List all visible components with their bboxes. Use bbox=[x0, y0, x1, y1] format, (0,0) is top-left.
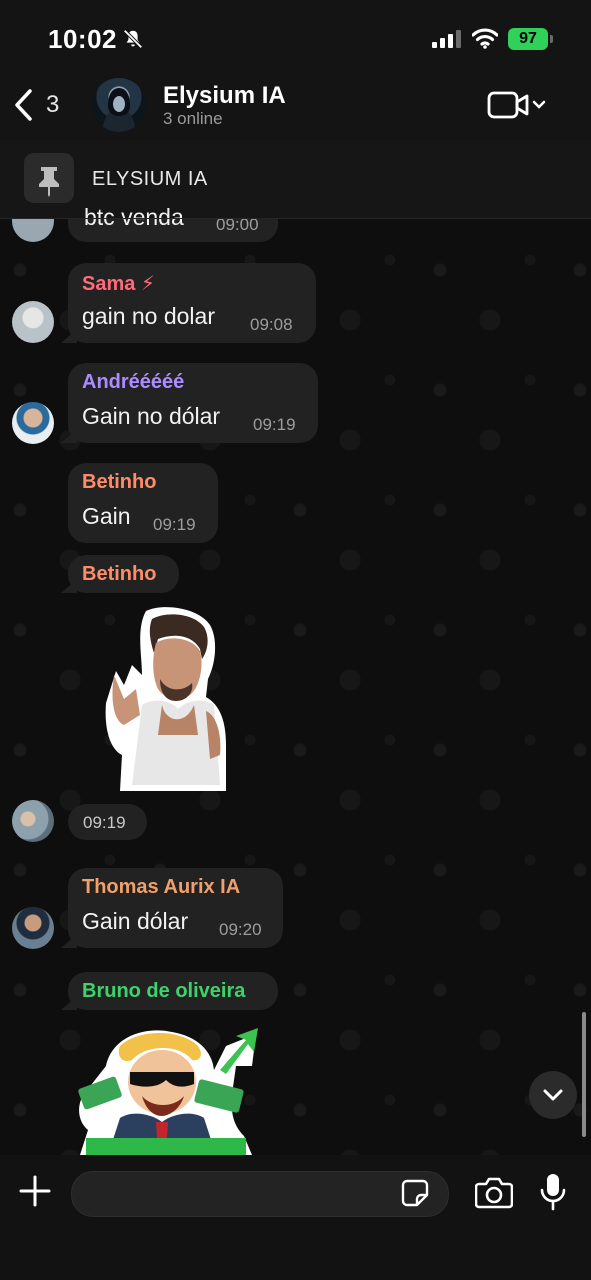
video-call-icon[interactable] bbox=[487, 90, 549, 120]
scroll-to-bottom-button[interactable] bbox=[529, 1071, 577, 1119]
pinned-text: ELYSIUM IA bbox=[92, 168, 208, 190]
bell-muted-icon bbox=[123, 29, 143, 49]
group-name[interactable]: Elysium IA bbox=[163, 82, 286, 110]
sender-label-bubble[interactable]: Betinho bbox=[61, 555, 179, 593]
camera-icon[interactable] bbox=[475, 1175, 513, 1209]
sender-label-bubble[interactable]: Bruno de oliveira bbox=[61, 972, 278, 1010]
wifi-icon bbox=[472, 28, 498, 49]
pin-badge bbox=[24, 153, 74, 203]
scrollbar[interactable] bbox=[582, 1012, 586, 1137]
status-bar: 10:02 97 bbox=[0, 0, 591, 78]
unread-count[interactable]: 3 bbox=[46, 91, 59, 119]
message-bubble[interactable]: Sama ⚡ gain no dolar 09:08 bbox=[61, 263, 316, 343]
group-status: 3 online bbox=[163, 109, 223, 128]
back-chevron-icon[interactable] bbox=[12, 88, 36, 122]
sender-avatar[interactable] bbox=[12, 800, 54, 842]
message-sender[interactable]: Bruno de oliveira bbox=[82, 980, 245, 1003]
message-bubble[interactable]: Andrééééé Gain no dólar 09:19 bbox=[61, 363, 318, 443]
message-sender[interactable]: Thomas Aurix IA bbox=[82, 876, 240, 899]
battery-indicator: 97 bbox=[508, 28, 553, 50]
message-bubble[interactable]: Betinho Gain 09:19 bbox=[68, 463, 218, 543]
message-sender[interactable]: Sama ⚡ bbox=[82, 271, 155, 296]
message-sender[interactable]: Betinho bbox=[82, 471, 156, 494]
message-time: 09:19 bbox=[253, 415, 296, 434]
sender-avatar[interactable] bbox=[12, 301, 54, 343]
message-bubble[interactable]: Thomas Aurix IA Gain dólar 09:20 bbox=[61, 868, 283, 948]
status-time: 10:02 bbox=[48, 24, 117, 54]
sticker-time-bubble: 09:19 bbox=[68, 804, 147, 840]
message-time: 09:20 bbox=[219, 920, 262, 939]
sticker-man-waving[interactable] bbox=[102, 605, 228, 791]
message-input[interactable] bbox=[88, 1172, 392, 1218]
message-text: Gain bbox=[82, 503, 131, 529]
plus-icon[interactable] bbox=[18, 1174, 52, 1208]
message-sender[interactable]: Betinho bbox=[82, 563, 156, 586]
sticker-icon[interactable] bbox=[401, 1179, 429, 1207]
group-avatar[interactable] bbox=[92, 78, 146, 132]
sender-avatar[interactable] bbox=[12, 402, 54, 444]
message-input-container[interactable] bbox=[71, 1171, 449, 1218]
battery-level: 97 bbox=[519, 30, 537, 47]
pin-icon bbox=[39, 167, 59, 197]
chevron-down-icon bbox=[543, 1089, 563, 1101]
chat-header: 3 Elysium IA 3 online bbox=[0, 78, 591, 140]
message-bubble[interactable]: btc venda 09:00 bbox=[68, 204, 278, 242]
message-composer bbox=[0, 1155, 591, 1280]
microphone-icon[interactable] bbox=[540, 1172, 566, 1212]
message-time: 09:19 bbox=[153, 515, 196, 534]
sender-avatar[interactable] bbox=[12, 907, 54, 949]
message-text: Gain no dólar bbox=[82, 403, 221, 429]
message-sender[interactable]: Andrééééé bbox=[82, 371, 184, 394]
message-time: 09:08 bbox=[250, 315, 293, 334]
message-text: Gain dólar bbox=[82, 908, 189, 934]
message-time: 09:19 bbox=[83, 813, 126, 832]
sticker-businessman-money[interactable] bbox=[76, 1026, 260, 1155]
message-text: gain no dolar bbox=[82, 303, 215, 329]
cellular-signal-icon bbox=[432, 30, 461, 48]
